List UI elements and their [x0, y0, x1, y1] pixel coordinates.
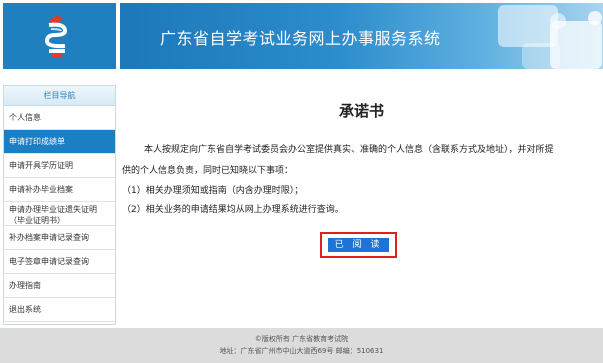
sidebar-item-label-line2: （毕业证明书） [9, 216, 65, 225]
footer: ©版权所有 广东省教育考试院 地址：广东省广州市中山大道西69号 邮编：5106… [0, 328, 603, 363]
puzzle-decoration [522, 43, 560, 69]
main-content: 承诺书 本人按规定向广东省自学考试委员会办公室提供真实、准确的个人信息（含联系方… [120, 85, 603, 325]
sidebar-item-reissue-archive[interactable]: 申请补办毕业档案 [4, 178, 115, 202]
sidebar-item-logout[interactable]: 退出系统 [4, 298, 115, 322]
exam-logo-icon [44, 15, 68, 57]
sidebar-item-personal-info[interactable]: 个人信息 [4, 106, 115, 130]
sidebar-item-lost-diploma-proof[interactable]: 申请办理毕业证遗失证明 （毕业证明书） [4, 202, 115, 226]
read-button-highlight: 已 阅 读 [320, 232, 397, 258]
puzzle-decoration [588, 11, 602, 25]
sidebar-nav: 栏目导航 个人信息 申请打印成绩单 申请开具学历证明 申请补办毕业档案 申请办理… [3, 85, 116, 325]
sidebar-item-archive-records[interactable]: 补办档案申请记录查询 [4, 226, 115, 250]
sidebar-item-print-transcript[interactable]: 申请打印成绩单 [4, 130, 115, 154]
logo-box [3, 3, 116, 69]
sidebar-item-label: 申请办理毕业证遗失证明 [9, 205, 97, 214]
header-banner: 广东省自学考试业务网上办事服务系统 [120, 3, 603, 69]
puzzle-decoration [498, 5, 558, 47]
commitment-paragraph: 本人按规定向广东省自学考试委员会办公室提供真实、准确的个人信息（含联系方式及地址… [144, 145, 554, 155]
header: 广东省自学考试业务网上办事服务系统 [0, 0, 603, 75]
page-title: 承诺书 [338, 102, 384, 120]
sidebar-item-guide[interactable]: 办理指南 [4, 274, 115, 298]
site-title: 广东省自学考试业务网上办事服务系统 [160, 29, 441, 48]
read-confirm-button[interactable]: 已 阅 读 [328, 238, 389, 252]
footer-address: 地址：广东省广州市中山大道西69号 邮编：510631 [219, 347, 384, 355]
notice-item-2: （2）相关业务的申请结果均从网上办理系统进行查询。 [122, 205, 344, 215]
commitment-paragraph-cont: 供的个人信息负责，同时已知晓以下事项： [122, 166, 294, 176]
footer-copyright: ©版权所有 广东省教育考试院 [254, 335, 349, 343]
sidebar-item-e-signature-records[interactable]: 电子签章申请记录查询 [4, 250, 115, 274]
notice-item-1: （1）相关办理须知或指南（内含办理时限）； [122, 186, 304, 196]
sidebar-item-education-certificate[interactable]: 申请开具学历证明 [4, 154, 115, 178]
sidebar-heading: 栏目导航 [4, 86, 115, 106]
